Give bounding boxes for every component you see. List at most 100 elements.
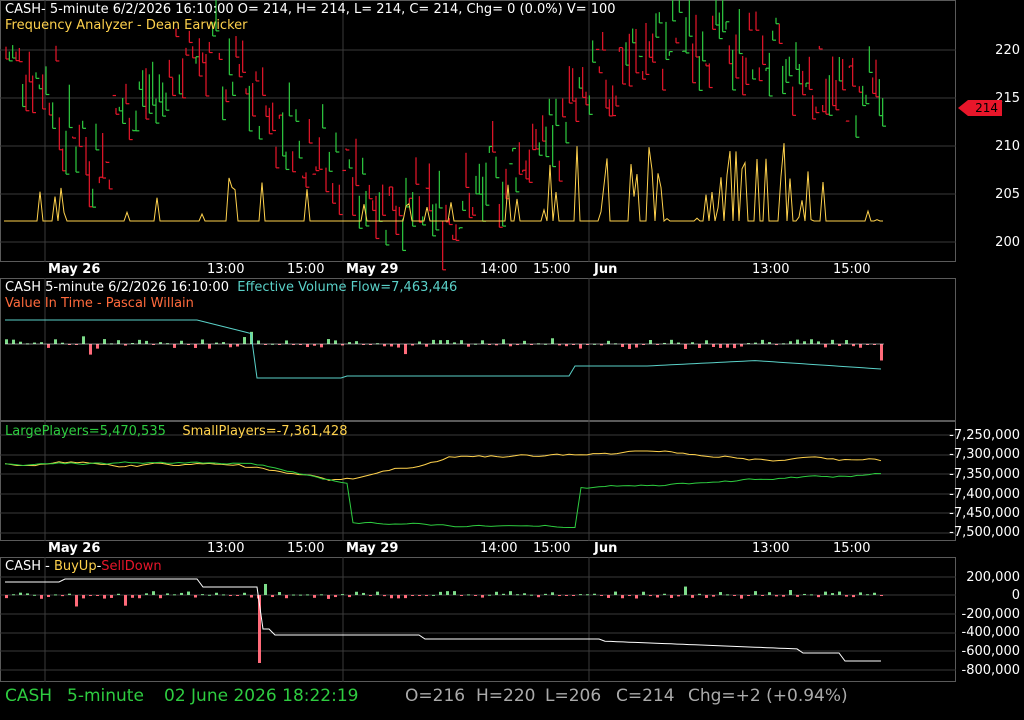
price-plot[interactable] xyxy=(0,0,956,271)
buyup-selldown-bar xyxy=(19,592,22,595)
buyup-selldown-bar xyxy=(579,594,582,596)
buyup-selldown-bar xyxy=(768,592,771,595)
time-axis-bottom[interactable]: May 26 13:00 15:00 May 29 14:00 15:00 Ju… xyxy=(0,541,1024,557)
pane4-prefix: CASH - xyxy=(5,559,54,574)
volume-bar xyxy=(145,340,148,344)
volume-bar xyxy=(628,344,631,349)
buyup-selldown-bar xyxy=(341,594,344,596)
selldown-label: SellDown xyxy=(101,559,162,574)
volume-bar xyxy=(502,339,505,344)
price-y-axis[interactable]: 220 215 210 205 200 xyxy=(956,0,1024,262)
buyup-selldown-bar xyxy=(796,595,799,597)
buyup-selldown-bar xyxy=(754,591,757,595)
buyup-y-axis[interactable]: 200,000 0 -200,000 -400,000 -600,000 -80… xyxy=(956,557,1024,682)
buyup-selldown-bar xyxy=(334,595,337,598)
volume-bar xyxy=(47,344,50,348)
buyup-selldown-bar xyxy=(152,591,155,595)
buyup-selldown-bar xyxy=(222,594,225,596)
volume-bar xyxy=(551,338,554,344)
buyup-selldown-bar xyxy=(327,595,330,599)
price-grid xyxy=(0,0,956,262)
buyup-selldown-bar xyxy=(789,590,792,595)
buyup-selldown-bar xyxy=(677,595,680,597)
y-tick: -600,000 xyxy=(961,644,1020,659)
volume-bar xyxy=(306,344,309,348)
buyup-selldown-bar xyxy=(565,595,568,596)
buyup-selldown-bar xyxy=(138,595,141,599)
buyup-selldown-bar xyxy=(866,594,869,596)
players-y-axis[interactable]: -7,250,000 -7,300,000 -7,350,000 -7,400,… xyxy=(949,421,1024,541)
buyup-selldown-bar xyxy=(824,591,827,595)
x-tick: May 29 xyxy=(346,541,399,556)
volume-bar xyxy=(320,344,323,348)
buyup-selldown-bar xyxy=(285,595,288,599)
x-tick: 15:00 xyxy=(833,541,871,556)
y-tick: -7,500,000 xyxy=(949,525,1020,540)
buyup-selldown-bar xyxy=(369,595,372,596)
buyup-selldown-bar xyxy=(145,593,148,595)
volume-bar xyxy=(460,340,463,344)
x-tick: Jun xyxy=(594,262,618,277)
volume-bar xyxy=(824,344,827,348)
buyup-selldown-bar xyxy=(61,595,64,597)
buyup-selldown-bar xyxy=(397,595,400,599)
volume-bar xyxy=(257,340,260,344)
volume-bar xyxy=(740,344,743,347)
volume-bar xyxy=(236,344,239,347)
buyup-selldown-bar xyxy=(173,594,176,596)
buyup-selldown-bar xyxy=(376,591,379,595)
y-tick: -7,250,000 xyxy=(949,428,1020,443)
buyup-selldown-bar xyxy=(467,594,470,596)
buyup-selldown-bar xyxy=(89,595,92,596)
buyup-selldown-bar xyxy=(621,595,624,599)
volume-bar xyxy=(138,339,141,344)
volume-bar xyxy=(19,341,22,344)
buyup-selldown-plot[interactable] xyxy=(0,557,956,682)
buyup-selldown-bar xyxy=(740,595,743,599)
effective-volume-flow-value: Effective Volume Flow=7,463,446 xyxy=(237,280,458,295)
buyup-selldown-bar xyxy=(299,594,302,596)
status-change: Chg=+2 (+0.94%) xyxy=(688,686,848,706)
x-tick: 15:00 xyxy=(533,262,571,277)
players-plot[interactable] xyxy=(0,421,956,541)
large-players-line xyxy=(4,461,882,528)
status-bar: CASH 5-minute 02 June 2026 18:22:19 O=21… xyxy=(0,683,1024,713)
x-tick: Jun xyxy=(594,541,618,556)
volume-bar xyxy=(117,340,120,344)
volume-bar xyxy=(607,340,610,344)
buyup-selldown-bar xyxy=(453,591,456,595)
pane2-study-label: Value In Time - Pascal Willain xyxy=(5,296,194,311)
x-tick: 15:00 xyxy=(287,262,325,277)
pane2-header: CASH 5-minute 6/2/2026 16:10:00 Effectiv… xyxy=(5,280,457,295)
buyup-selldown-bar xyxy=(229,595,232,596)
volume-bar xyxy=(705,340,708,344)
buyup-selldown-bar xyxy=(488,594,491,596)
volume-bar xyxy=(432,339,435,344)
buyup-selldown-bar xyxy=(271,595,274,598)
buyup-selldown-bar xyxy=(838,591,841,595)
volume-bar xyxy=(5,339,8,344)
status-high: H=220 xyxy=(476,686,536,706)
buyup-selldown-bar xyxy=(33,594,36,596)
x-tick: 13:00 xyxy=(207,262,245,277)
volume-bar xyxy=(621,344,624,348)
volume-bar xyxy=(327,339,330,344)
buyup-selldown-bar xyxy=(593,593,596,595)
pane1-study-label: Frequency Analyzer - Dean Earwicker xyxy=(5,18,248,33)
buyup-selldown-bar xyxy=(859,592,862,595)
volume-bar xyxy=(425,344,428,347)
buyup-selldown-bar xyxy=(607,595,610,598)
volume-bar xyxy=(649,340,652,344)
volume-bar xyxy=(439,340,442,344)
buyup-selldown-bar xyxy=(810,594,813,596)
buyup-selldown-bar xyxy=(131,595,134,598)
y-tick: -200,000 xyxy=(961,607,1020,622)
buyup-selldown-bar xyxy=(635,595,638,599)
buyup-selldown-bar xyxy=(75,595,78,607)
volume-bar xyxy=(334,340,337,344)
buyup-selldown-bar xyxy=(425,595,428,597)
volume-bar xyxy=(509,344,512,347)
buyup-selldown-bar xyxy=(775,595,778,597)
y-tick: -7,450,000 xyxy=(949,506,1020,521)
time-axis-top[interactable]: May 26 13:00 15:00 May 29 14:00 15:00 Ju… xyxy=(0,262,1024,278)
